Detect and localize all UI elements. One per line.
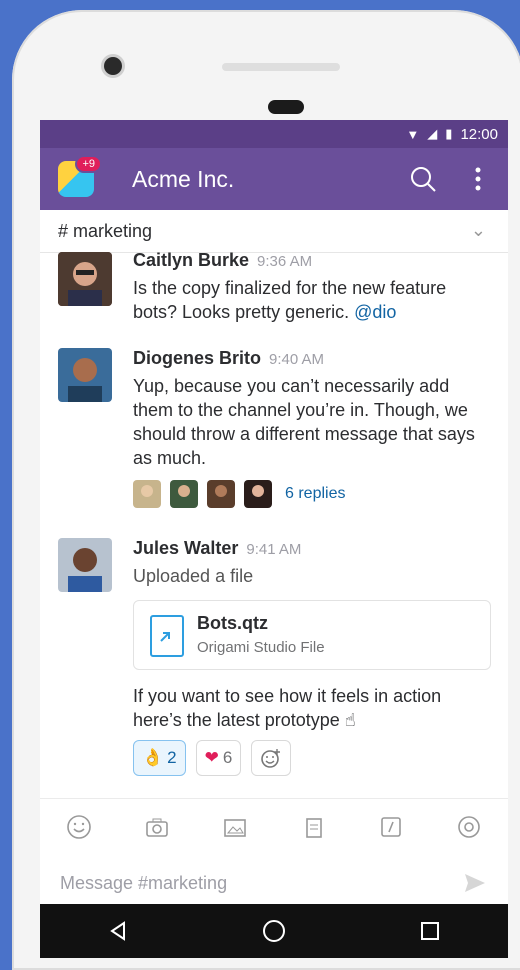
add-emoji-icon — [261, 749, 281, 768]
avatar[interactable] — [58, 252, 112, 306]
proximity-sensor — [268, 100, 304, 114]
reaction-count: 6 — [222, 748, 233, 767]
avatar — [244, 480, 272, 508]
android-nav-bar — [40, 904, 508, 958]
avatar — [133, 480, 161, 508]
slash-command-icon[interactable] — [376, 812, 406, 842]
battery-icon: ▮ — [445, 126, 453, 141]
message-time: 9:36 AM — [257, 253, 313, 270]
message-text: Yup, because you can’t necessarily add t… — [133, 376, 475, 468]
message-input[interactable] — [58, 871, 442, 895]
back-icon[interactable] — [101, 914, 135, 948]
signal-icon: ◢ — [427, 126, 438, 141]
avatar[interactable] — [58, 348, 112, 402]
message-time: 9:41 AM — [246, 541, 302, 558]
mention-icon[interactable] — [454, 812, 484, 842]
front-camera — [104, 57, 122, 75]
app-screen: ▼ ◢ ▮ 12:00 +9 Acme Inc. # marketing ⌄ C… — [40, 120, 508, 958]
wifi-icon: ▼ — [406, 126, 420, 142]
file-attachment[interactable]: Bots.qtz Origami Studio File — [133, 600, 491, 670]
camera-icon[interactable] — [142, 812, 172, 842]
speaker-grille — [222, 63, 340, 71]
avatar — [170, 480, 198, 508]
message-author[interactable]: Diogenes Brito 9:40 AM — [133, 348, 324, 369]
thread-replies[interactable]: 6 replies — [133, 480, 345, 508]
reaction-list: 👌 2 ❤ 6 — [133, 740, 292, 776]
replies-link[interactable]: 6 replies — [285, 485, 345, 503]
file-title: Bots.qtz — [197, 613, 268, 633]
message-text: Is the copy finalized for the new featur… — [133, 278, 447, 322]
send-icon[interactable] — [462, 870, 488, 896]
photo-library-icon[interactable] — [220, 812, 250, 842]
avatar[interactable] — [58, 538, 112, 592]
home-icon[interactable] — [257, 914, 291, 948]
message-time: 9:40 AM — [269, 351, 325, 368]
channel-header[interactable]: # marketing ⌄ — [40, 210, 508, 253]
app-title: Acme Inc. — [132, 166, 235, 192]
add-reaction-button[interactable] — [251, 740, 292, 776]
files-icon[interactable] — [298, 812, 328, 842]
ok-hand-icon: 👌 — [142, 748, 164, 767]
notification-badge: +9 — [75, 155, 102, 173]
more-icon[interactable] — [470, 164, 486, 194]
heart-icon: ❤ — [204, 748, 219, 767]
avatar — [207, 480, 235, 508]
status-bar: ▼ ◢ ▮ 12:00 — [40, 120, 508, 148]
composer-toolbar — [40, 798, 508, 855]
file-icon — [150, 615, 184, 657]
mention-link[interactable]: @dio — [354, 302, 396, 322]
message-author[interactable]: Caitlyn Burke 9:36 AM — [133, 250, 312, 271]
reaction-count: 2 — [167, 748, 177, 767]
channel-name: # marketing — [58, 220, 153, 241]
file-type: Origami Studio File — [197, 639, 325, 656]
message-text: Uploaded a file — [133, 566, 254, 586]
chevron-down-icon[interactable]: ⌄ — [471, 220, 486, 241]
emoji-icon[interactable] — [64, 812, 94, 842]
reaction-ok[interactable]: 👌 2 — [133, 740, 186, 776]
search-icon[interactable] — [408, 164, 438, 194]
team-logo[interactable]: +9 — [58, 155, 102, 197]
status-time: 12:00 — [460, 125, 498, 143]
reaction-heart[interactable]: ❤ 6 — [195, 740, 242, 776]
message-text: If you want to see how it feels in actio… — [133, 686, 442, 730]
app-bar: +9 Acme Inc. — [40, 148, 508, 210]
message-author[interactable]: Jules Walter 9:41 AM — [133, 538, 301, 559]
recents-icon[interactable] — [413, 914, 447, 948]
